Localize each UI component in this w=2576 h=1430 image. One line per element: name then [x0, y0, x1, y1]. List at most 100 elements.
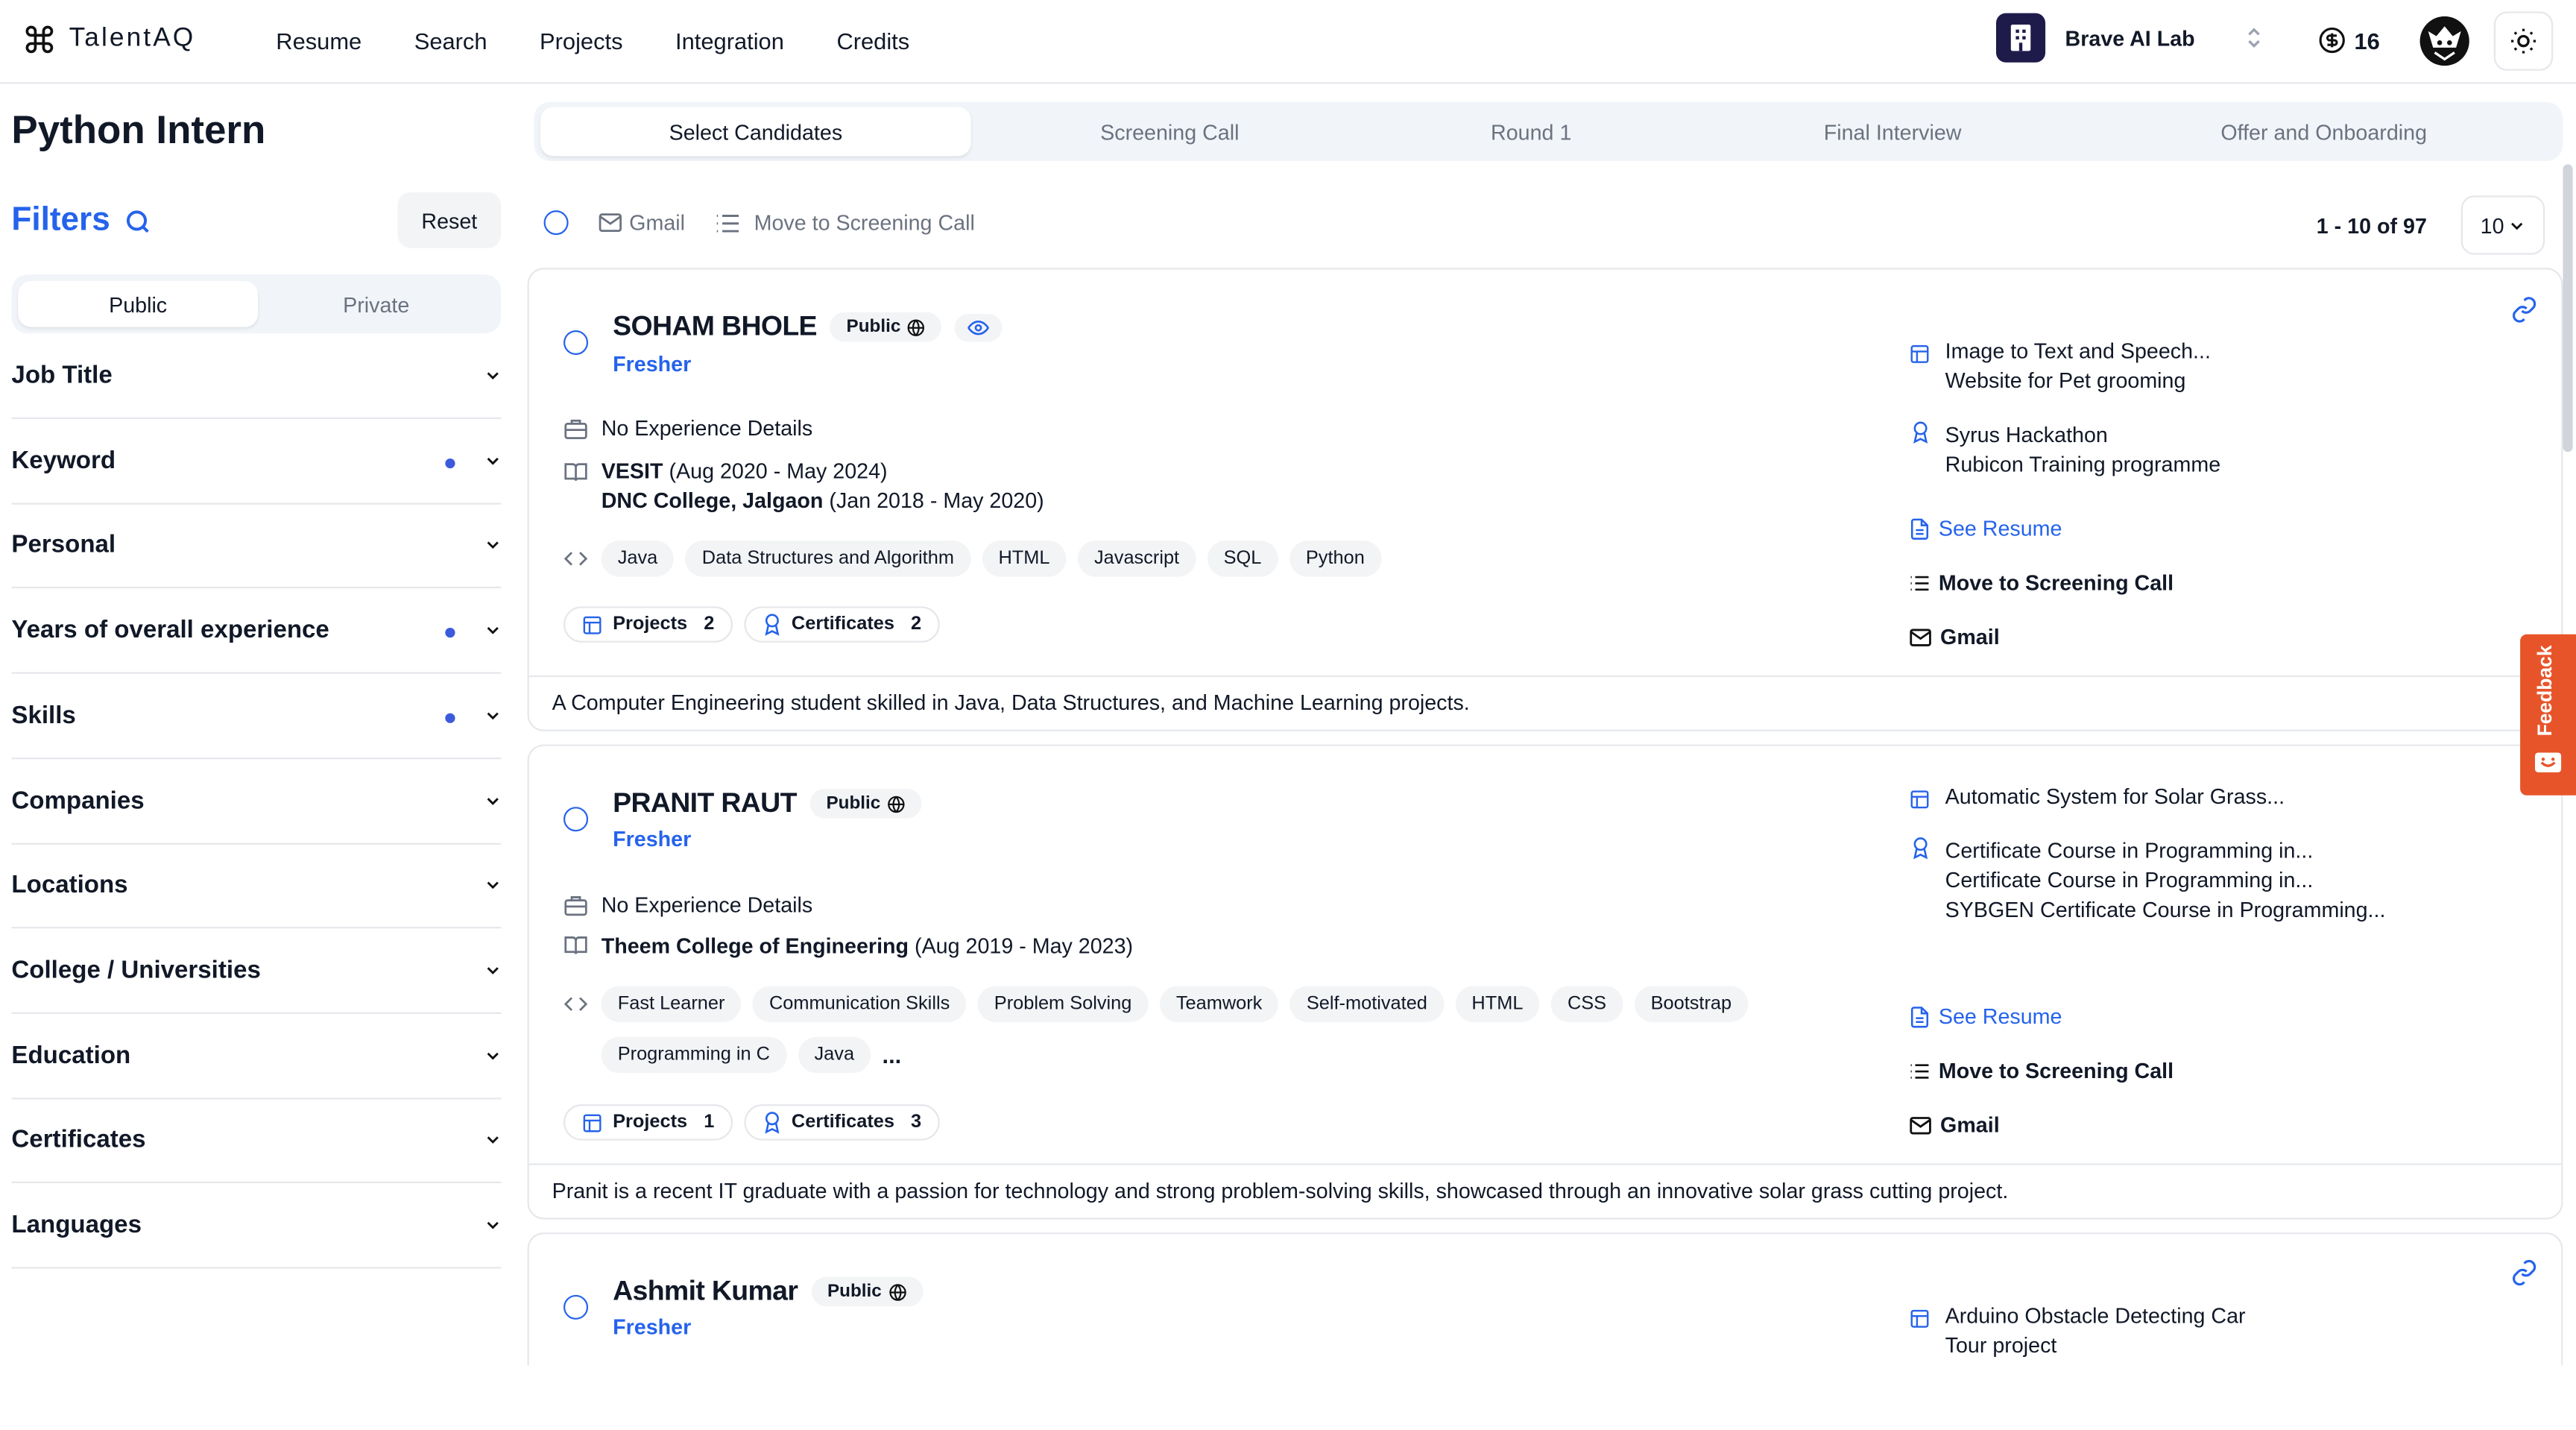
award-icon — [764, 614, 780, 636]
top-bar: TalentAQ Resume Search Projects Integrat… — [0, 0, 2576, 84]
filter-education[interactable]: Education — [11, 1013, 502, 1099]
candidate-card: SOHAM BHOLE Public Fresher No Experience… — [527, 268, 2563, 731]
candidate-select-radio[interactable] — [564, 330, 589, 356]
filter-label: Education — [11, 1041, 131, 1069]
globe-icon — [888, 1283, 906, 1300]
search-icon[interactable] — [123, 207, 153, 236]
filter-locations[interactable]: Locations — [11, 843, 502, 929]
filter-college-universities[interactable]: College / Universities — [11, 928, 502, 1014]
bulk-move-button[interactable]: Move to Screening Call — [754, 210, 975, 235]
filter-job-title[interactable]: Job Title — [11, 333, 502, 420]
logo[interactable]: TalentAQ — [23, 23, 195, 56]
nav-projects[interactable]: Projects — [540, 28, 622, 54]
stage-offer-onboarding[interactable]: Offer and Onboarding — [2092, 107, 2557, 156]
award-icon — [764, 1112, 780, 1134]
candidate-name[interactable]: Ashmit Kumar — [613, 1275, 798, 1308]
select-all-radio[interactable] — [543, 210, 569, 236]
globe-icon — [887, 795, 905, 813]
projects-count-pill[interactable]: Projects 1 — [564, 1104, 733, 1141]
nav-search[interactable]: Search — [414, 28, 487, 54]
skill-chip: Javascript — [1077, 541, 1196, 577]
candidate-name[interactable]: PRANIT RAUT — [613, 787, 797, 820]
skill-chip: Data Structures and Algorithm — [685, 541, 971, 577]
school-name: Theem College of Engineering — [601, 933, 909, 958]
candidate-select-radio[interactable] — [564, 807, 589, 832]
bulk-gmail-button[interactable]: Gmail — [629, 210, 685, 235]
nav-integration[interactable]: Integration — [675, 28, 784, 54]
bulk-toolbar: Gmail Move to Screening Call — [543, 210, 975, 236]
active-filter-dot — [445, 628, 455, 638]
see-resume-label: See Resume — [1938, 516, 2062, 541]
filters-title: Filters — [11, 202, 110, 239]
school-dates: (Aug 2019 - May 2023) — [915, 933, 1134, 958]
filter-label: Certificates — [11, 1126, 146, 1154]
skill-chip: Java — [601, 541, 675, 577]
more-skills-button[interactable]: ... — [883, 1042, 902, 1068]
move-label: Move to Screening Call — [1938, 1058, 2174, 1083]
layout-icon — [1910, 345, 1929, 363]
nav-resume[interactable]: Resume — [276, 28, 362, 54]
view-badge[interactable] — [955, 312, 1003, 341]
private-tab[interactable]: Private — [258, 281, 494, 327]
filter-skills[interactable]: Skills — [11, 673, 502, 759]
book-icon — [564, 463, 587, 481]
stage-final-interview[interactable]: Final Interview — [1693, 107, 2091, 156]
user-avatar[interactable] — [2419, 16, 2469, 66]
certificates-count: 3 — [911, 1112, 922, 1133]
feedback-tab[interactable]: Feedback — [2520, 634, 2576, 796]
main-nav: Resume Search Projects Integration Credi… — [276, 28, 962, 54]
see-resume-link[interactable]: See Resume — [1909, 1004, 2062, 1029]
gmail-button[interactable]: Gmail — [1909, 1112, 2000, 1137]
eye-icon — [967, 319, 990, 335]
layout-icon — [1910, 790, 1929, 809]
filter-years-of-overall-experience[interactable]: Years of overall experience — [11, 588, 502, 674]
skill-chip: Communication Skills — [752, 986, 967, 1022]
filter-keyword[interactable]: Keyword — [11, 418, 502, 504]
stage-select-candidates[interactable]: Select Candidates — [540, 107, 971, 157]
list-icon — [1910, 575, 1929, 590]
visibility-badge: Public — [810, 1276, 923, 1307]
projects-count-pill[interactable]: Projects 2 — [564, 606, 733, 643]
skill-chip: Self-motivated — [1289, 986, 1444, 1022]
stage-round-1[interactable]: Round 1 — [1368, 107, 1693, 156]
experience-text: No Experience Details — [601, 415, 813, 441]
org-switcher[interactable]: Brave AI Lab — [1995, 13, 2264, 63]
project-title: Tour project — [1945, 1332, 2057, 1358]
skill-chip: Bootstrap — [1634, 986, 1749, 1022]
theme-toggle-button[interactable] — [2493, 11, 2554, 71]
move-label: Move to Screening Call — [1938, 570, 2174, 595]
project-title: Website for Pet grooming — [1945, 368, 2186, 393]
sun-icon — [2510, 28, 2536, 54]
move-to-screening-button[interactable]: Move to Screening Call — [1909, 570, 2174, 595]
filter-personal[interactable]: Personal — [11, 503, 502, 589]
visibility-label: Public — [846, 317, 901, 337]
stage-screening-call[interactable]: Screening Call — [971, 107, 1368, 156]
feedback-label: Feedback — [2533, 645, 2557, 737]
certificates-count-pill[interactable]: Certificates 2 — [744, 606, 940, 643]
gmail-button[interactable]: Gmail — [1909, 625, 2000, 649]
filter-companies[interactable]: Companies — [11, 758, 502, 844]
award-icon — [1913, 421, 1928, 444]
candidate-select-radio[interactable] — [564, 1294, 589, 1320]
link-icon[interactable] — [2510, 296, 2538, 324]
filter-label: Personal — [11, 531, 116, 560]
nav-credits[interactable]: Credits — [836, 28, 909, 54]
education-row: VESIT (Aug 2020 - May 2024) DNC College,… — [564, 457, 1044, 516]
filters-heading: Filters — [11, 202, 153, 240]
filter-certificates[interactable]: Certificates — [11, 1098, 502, 1184]
reset-button[interactable]: Reset — [397, 192, 502, 248]
scrollbar-thumb[interactable] — [2563, 164, 2573, 453]
code-icon — [564, 552, 588, 566]
gmail-label: Gmail — [1940, 624, 2000, 649]
certificates-count-pill[interactable]: Certificates 3 — [744, 1104, 940, 1141]
page-size-select[interactable]: 10 — [2460, 195, 2545, 255]
credits-display[interactable]: 16 — [2318, 26, 2380, 54]
move-to-screening-button[interactable]: Move to Screening Call — [1909, 1058, 2174, 1083]
visibility-toggle: Public Private — [11, 274, 502, 334]
link-icon[interactable] — [2510, 1259, 2538, 1286]
counts-row: Projects 1 Certificates 3 — [564, 1104, 951, 1141]
see-resume-link[interactable]: See Resume — [1909, 516, 2062, 541]
candidate-name[interactable]: SOHAM BHOLE — [613, 311, 817, 344]
public-tab[interactable]: Public — [18, 280, 259, 327]
filter-languages[interactable]: Languages — [11, 1183, 502, 1269]
